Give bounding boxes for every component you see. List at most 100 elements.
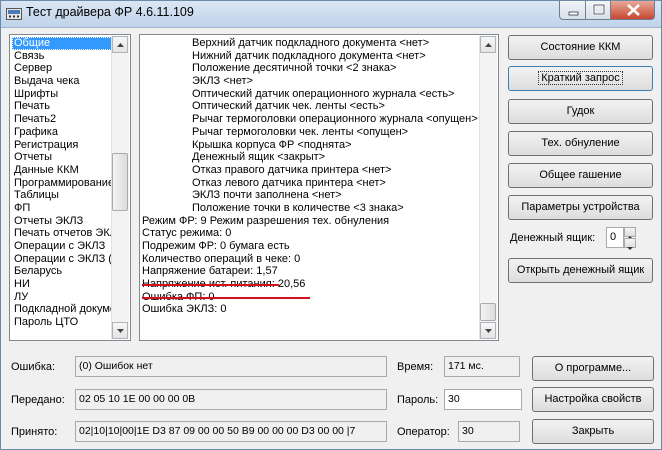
section-list-item[interactable]: Операции с ЭКЛЗ — [12, 240, 112, 253]
section-list-item[interactable]: НИ — [12, 278, 112, 291]
section-list-item[interactable]: Регистрация — [12, 139, 112, 152]
section-list-item[interactable]: Операции с ЭКЛЗ (2) — [12, 253, 112, 266]
status-log[interactable]: Верхний датчик подкладного документа <не… — [139, 34, 499, 341]
title-bar: Тест драйвера ФР 4.6.11.109 — [1, 1, 661, 28]
general-cancel-button[interactable]: Общее гашение — [508, 163, 653, 188]
kkm-state-label: Состояние ККМ — [540, 41, 621, 53]
section-list-item[interactable]: Выдача чека — [12, 75, 112, 88]
annotation-underline-battery — [142, 284, 279, 286]
device-params-label: Параметры устройства — [521, 201, 640, 213]
log-line: Верхний датчик подкладного документа <не… — [192, 37, 430, 49]
close-button[interactable]: Закрыть — [532, 419, 654, 444]
log-line: Оптический датчик операционного журнала … — [192, 87, 455, 100]
tech-reset-label: Тех. обнуление — [541, 137, 620, 149]
status-log-scrollbar[interactable] — [479, 36, 497, 339]
spin-up-button[interactable] — [624, 227, 636, 239]
log-line: Рычаг термоголовки операционного журнала… — [192, 113, 478, 126]
section-list-item[interactable]: Пароль ЦТО — [12, 316, 112, 329]
app-window: Тест драйвера ФР 4.6.11.109 Общие Связь Се… — [0, 0, 662, 450]
status-log-lines: Верхний датчик подкладного документа <не… — [142, 37, 480, 339]
minimize-button[interactable] — [559, 1, 586, 20]
sent-label: Передано: — [11, 394, 65, 406]
scroll-up-button[interactable] — [112, 36, 128, 53]
sent-field: 02 05 10 1E 00 00 00 0B — [75, 389, 387, 410]
close-icon — [627, 4, 640, 16]
properties-label: Настройка свойств — [544, 393, 642, 405]
log-line: Режим ФР: 9 Режим разрешения тех. обнуле… — [142, 214, 390, 227]
section-list-item[interactable]: Общие — [12, 37, 112, 50]
scroll-down-button[interactable] — [112, 322, 128, 339]
log-line: Количество операций в чеке: 0 — [142, 252, 301, 265]
log-line: Подрежим ФР: 0 бумага есть — [142, 240, 290, 252]
maximize-button[interactable] — [585, 1, 611, 20]
device-params-button[interactable]: Параметры устройства — [508, 195, 653, 220]
general-cancel-label: Общее гашение — [539, 169, 622, 181]
operator-label: Оператор: — [397, 426, 450, 438]
log-line: Рычаг термоголовки чек. ленты <опущен> — [192, 125, 409, 138]
section-list-item[interactable]: Данные ККМ — [12, 164, 112, 177]
log-line: Статус режима: 0 — [142, 227, 232, 240]
log-scroll-thumb[interactable] — [480, 303, 496, 321]
log-line: Ошибка ЭКЛЗ: 0 — [142, 303, 227, 316]
section-list-item[interactable]: Связь — [12, 50, 112, 63]
time-label: Время: — [397, 361, 434, 373]
close-window-button[interactable] — [610, 1, 655, 20]
password-label: Пароль: — [397, 394, 439, 406]
section-list-item[interactable]: Беларусь — [12, 265, 112, 278]
scroll-thumb[interactable] — [112, 153, 128, 211]
open-drawer-button[interactable]: Открыть денежный ящик — [508, 258, 653, 283]
short-request-label: Краткий запрос — [538, 71, 623, 85]
section-list-item[interactable]: Печать — [12, 100, 112, 113]
window-title: Тест драйвера ФР 4.6.11.109 — [26, 5, 194, 19]
log-line: Денежный ящик <закрыт> — [192, 151, 326, 164]
section-list-item[interactable]: Печать2 — [12, 113, 112, 126]
tech-reset-button[interactable]: Тех. обнуление — [508, 131, 653, 156]
beep-button[interactable]: Гудок — [508, 99, 653, 124]
spin-down-button[interactable] — [624, 238, 636, 250]
log-line: ЭКЛЗ почти заполнена <нет> — [192, 189, 342, 202]
about-button[interactable]: О программе... — [532, 356, 654, 381]
log-line: Нижний датчик подкладного документа <нет… — [192, 49, 426, 62]
open-drawer-label: Открыть денежный ящик — [516, 264, 645, 276]
password-input[interactable]: 30 — [444, 389, 522, 410]
log-line: Оптический датчик чек. ленты <есть> — [192, 100, 385, 113]
section-list-item[interactable]: ФП — [12, 202, 112, 215]
section-list[interactable]: Общие Связь Сервер Выдача чека Шрифты Печать П… — [9, 34, 131, 341]
section-list-item[interactable]: Подкладной документ — [12, 303, 112, 316]
section-list-item[interactable]: ЛУ — [12, 291, 112, 304]
log-scroll-up-button[interactable] — [480, 36, 496, 53]
minimize-icon — [568, 11, 579, 16]
log-line: Напряжение батареи: 1,57 — [142, 265, 278, 278]
drawer-spinner[interactable]: 0 — [606, 227, 636, 250]
properties-button[interactable]: Настройка свойств — [532, 387, 654, 412]
beep-label: Гудок — [566, 105, 595, 117]
arrow-down-icon — [117, 329, 124, 333]
section-list-item[interactable]: Программирование — [12, 177, 112, 190]
arrow-up-icon — [117, 43, 124, 47]
arrow-down-icon — [485, 329, 492, 333]
log-line: Отказ правого датчика принтера <нет> — [192, 163, 392, 176]
section-list-item[interactable]: Шрифты — [12, 88, 112, 101]
section-list-item[interactable]: Графика — [12, 126, 112, 139]
spin-down-icon — [627, 247, 633, 250]
drawer-number-input[interactable]: 0 — [606, 227, 624, 248]
log-line: Отказ левого датчика принтера <нет> — [192, 176, 386, 189]
log-line: ЭКЛЗ <нет> — [192, 75, 253, 88]
section-list-item[interactable]: Печать отчетов ЭКЛЗ — [12, 227, 112, 240]
about-label: О программе... — [554, 362, 632, 374]
received-field: 02|10|10|00|1E D3 87 09 00 00 50 B9 00 0… — [75, 421, 387, 442]
short-request-button[interactable]: Краткий запрос — [508, 66, 653, 91]
log-line: Положение точки в количестве <3 знака> — [192, 201, 404, 214]
operator-field: 30 — [458, 421, 520, 442]
section-list-items: Общие Связь Сервер Выдача чека Шрифты Печать П… — [12, 37, 112, 339]
log-scroll-down-button[interactable] — [480, 322, 496, 339]
maximize-icon — [592, 3, 606, 16]
kkm-state-button[interactable]: Состояние ККМ — [508, 35, 653, 60]
section-list-item[interactable]: Отчеты — [12, 151, 112, 164]
section-list-item[interactable]: Сервер — [12, 62, 112, 75]
section-list-scrollbar[interactable] — [111, 36, 129, 339]
log-line: Положение десятичной точки <2 знака> — [192, 62, 397, 75]
section-list-item[interactable]: Таблицы — [12, 189, 112, 202]
section-list-item[interactable]: Отчеты ЭКЛЗ — [12, 215, 112, 228]
close-label: Закрыть — [571, 425, 615, 437]
